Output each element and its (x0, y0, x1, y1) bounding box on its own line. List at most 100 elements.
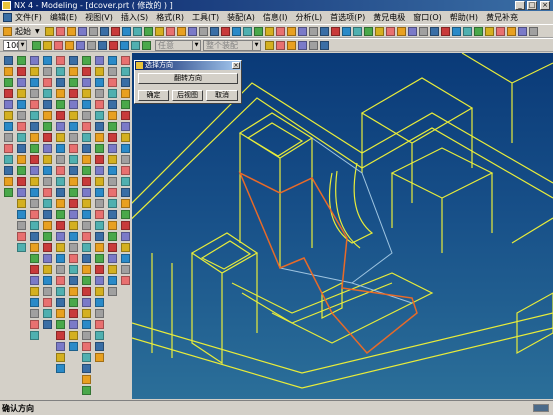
palette-tool-icon[interactable] (95, 188, 104, 197)
palette-tool-icon[interactable] (30, 78, 39, 87)
palette-tool-icon[interactable] (82, 298, 91, 307)
palette-tool-icon[interactable] (121, 177, 130, 186)
palette-tool-icon[interactable] (121, 254, 130, 263)
palette-tool-icon[interactable] (95, 342, 104, 351)
palette-tool-icon[interactable] (56, 320, 65, 329)
palette-tool-icon[interactable] (30, 199, 39, 208)
palette-tool-icon[interactable] (56, 133, 65, 142)
toolbar-tool-icon[interactable] (89, 27, 98, 36)
toolbar-tool-icon[interactable] (309, 41, 318, 50)
palette-tool-icon[interactable] (56, 199, 65, 208)
palette-tool-icon[interactable] (82, 199, 91, 208)
palette-tool-icon[interactable] (43, 100, 52, 109)
palette-tool-icon[interactable] (108, 122, 117, 131)
palette-tool-icon[interactable] (95, 320, 104, 329)
palette-tool-icon[interactable] (17, 177, 26, 186)
palette-tool-icon[interactable] (30, 122, 39, 131)
palette-tool-icon[interactable] (69, 287, 78, 296)
palette-tool-icon[interactable] (95, 353, 104, 362)
palette-tool-icon[interactable] (43, 188, 52, 197)
toolbar-tool-icon[interactable] (78, 27, 87, 36)
palette-tool-icon[interactable] (121, 155, 130, 164)
palette-tool-icon[interactable] (108, 243, 117, 252)
palette-tool-icon[interactable] (82, 353, 91, 362)
menu-window[interactable]: 窗口(O) (413, 12, 442, 24)
toolbar-tool-icon[interactable] (265, 27, 274, 36)
palette-tool-icon[interactable] (69, 56, 78, 65)
palette-tool-icon[interactable] (82, 309, 91, 318)
palette-tool-icon[interactable] (56, 221, 65, 230)
palette-tool-icon[interactable] (95, 210, 104, 219)
palette-tool-icon[interactable] (30, 144, 39, 153)
palette-tool-icon[interactable] (108, 133, 117, 142)
palette-tool-icon[interactable] (69, 232, 78, 241)
palette-tool-icon[interactable] (17, 89, 26, 98)
toolbar-tool-icon[interactable] (276, 27, 285, 36)
toolbar-tool-icon[interactable] (529, 27, 538, 36)
toolbar-tool-icon[interactable] (287, 41, 296, 50)
palette-tool-icon[interactable] (69, 199, 78, 208)
palette-tool-icon[interactable] (82, 177, 91, 186)
toolbar-tool-icon[interactable] (76, 41, 85, 50)
toolbar-tool-icon[interactable] (56, 27, 65, 36)
palette-tool-icon[interactable] (43, 111, 52, 120)
palette-tool-icon[interactable] (30, 177, 39, 186)
toolbar-tool-icon[interactable] (518, 27, 527, 36)
palette-tool-icon[interactable] (82, 56, 91, 65)
palette-tool-icon[interactable] (30, 254, 39, 263)
toolbar-tool-icon[interactable] (109, 41, 118, 50)
palette-tool-icon[interactable] (30, 243, 39, 252)
palette-tool-icon[interactable] (69, 133, 78, 142)
toolbar-tool-icon[interactable] (507, 27, 516, 36)
palette-tool-icon[interactable] (82, 221, 91, 230)
palette-tool-icon[interactable] (17, 144, 26, 153)
palette-tool-icon[interactable] (69, 210, 78, 219)
palette-tool-icon[interactable] (121, 133, 130, 142)
palette-tool-icon[interactable] (30, 320, 39, 329)
palette-tool-icon[interactable] (4, 166, 13, 175)
palette-tool-icon[interactable] (17, 210, 26, 219)
palette-tool-icon[interactable] (69, 177, 78, 186)
palette-tool-icon[interactable] (95, 56, 104, 65)
palette-tool-icon[interactable] (43, 320, 52, 329)
palette-tool-icon[interactable] (30, 155, 39, 164)
palette-tool-icon[interactable] (4, 56, 13, 65)
palette-tool-icon[interactable] (108, 221, 117, 230)
palette-tool-icon[interactable] (82, 287, 91, 296)
dialog-close-icon[interactable]: × (232, 62, 240, 69)
palette-tool-icon[interactable] (121, 199, 130, 208)
palette-tool-icon[interactable] (82, 155, 91, 164)
palette-tool-icon[interactable] (121, 210, 130, 219)
palette-tool-icon[interactable] (17, 166, 26, 175)
toolbar-tool-icon[interactable] (463, 27, 472, 36)
palette-tool-icon[interactable] (95, 243, 104, 252)
palette-tool-icon[interactable] (95, 221, 104, 230)
menu-information[interactable]: 信息(I) (263, 12, 288, 24)
palette-tool-icon[interactable] (56, 155, 65, 164)
palette-tool-icon[interactable] (4, 188, 13, 197)
palette-tool-icon[interactable] (56, 243, 65, 252)
ok-button[interactable]: 确定 (138, 90, 169, 101)
palette-tool-icon[interactable] (69, 309, 78, 318)
palette-tool-icon[interactable] (95, 78, 104, 87)
toolbar-tool-icon[interactable] (309, 27, 318, 36)
palette-tool-icon[interactable] (95, 199, 104, 208)
palette-tool-icon[interactable] (4, 122, 13, 131)
palette-tool-icon[interactable] (95, 298, 104, 307)
palette-tool-icon[interactable] (69, 144, 78, 153)
palette-tool-icon[interactable] (121, 100, 130, 109)
toolbar-tool-icon[interactable] (43, 41, 52, 50)
palette-tool-icon[interactable] (56, 56, 65, 65)
toolbar-tool-icon[interactable] (298, 41, 307, 50)
start-icon[interactable] (3, 27, 12, 36)
assembly-scope-combo[interactable]: 整个装配 ▼ (203, 40, 261, 51)
menu-tools[interactable]: 工具(T) (192, 12, 219, 24)
cancel-button[interactable]: 取消 (206, 90, 238, 101)
palette-tool-icon[interactable] (4, 78, 13, 87)
palette-tool-icon[interactable] (4, 155, 13, 164)
palette-tool-icon[interactable] (121, 89, 130, 98)
start-button[interactable]: 起始 (15, 26, 31, 37)
palette-tool-icon[interactable] (17, 122, 26, 131)
palette-tool-icon[interactable] (82, 254, 91, 263)
palette-tool-icon[interactable] (56, 67, 65, 76)
